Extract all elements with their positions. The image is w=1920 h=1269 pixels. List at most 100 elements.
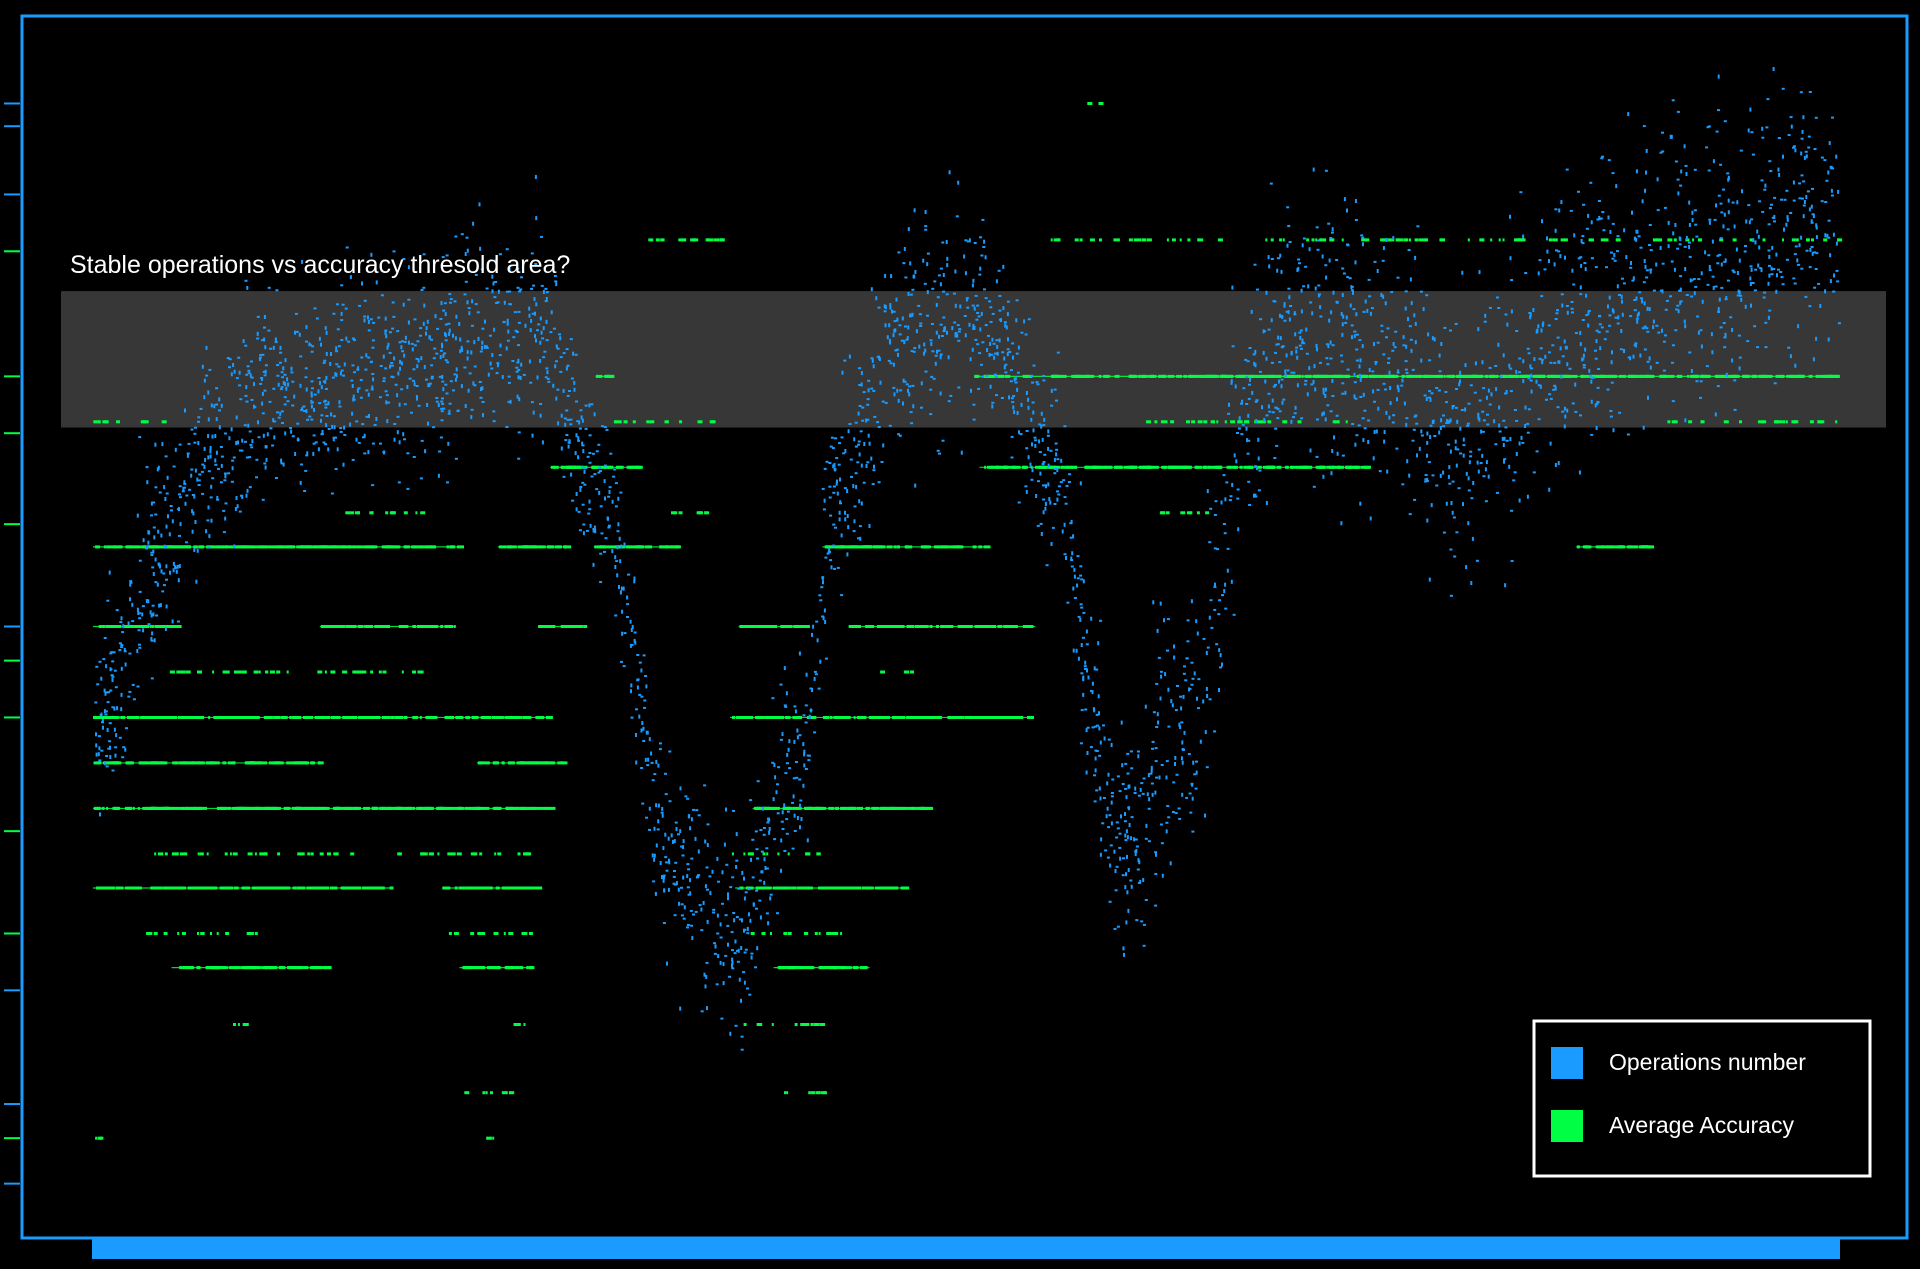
operations-point [1697, 278, 1701, 281]
accuracy-point [1821, 420, 1825, 424]
accuracy-point [296, 716, 302, 719]
operations-point [783, 850, 787, 852]
operations-point [340, 311, 343, 316]
operations-point [356, 388, 359, 393]
operations-point [502, 321, 506, 324]
accuracy-point [1387, 238, 1391, 242]
operations-point [682, 875, 685, 880]
accuracy-point [678, 511, 683, 515]
operations-point [1661, 328, 1663, 333]
accuracy-point [596, 374, 603, 378]
operations-point [452, 389, 455, 392]
operations-point [1152, 711, 1156, 714]
accuracy-point [358, 625, 364, 628]
operations-point [1678, 243, 1682, 246]
operations-point [731, 949, 734, 952]
operations-point [1142, 878, 1145, 882]
operations-point [1286, 206, 1290, 209]
operations-point [582, 531, 585, 536]
operations-point [617, 522, 620, 527]
operations-point [377, 316, 381, 319]
accuracy-point [422, 545, 428, 549]
operations-point [1355, 333, 1359, 336]
operations-point [721, 870, 724, 875]
operations-point [223, 472, 227, 475]
operations-point [1808, 305, 1812, 308]
accuracy-point [1491, 374, 1496, 378]
operations-point [1173, 644, 1175, 649]
accuracy-point [309, 966, 314, 970]
operations-point [120, 692, 123, 697]
operations-point [1670, 260, 1674, 263]
operations-point [1344, 390, 1347, 395]
operations-point [929, 413, 933, 416]
operations-point [780, 868, 782, 873]
operations-point [985, 374, 989, 377]
operations-point [1364, 299, 1367, 304]
operations-point [1719, 163, 1723, 166]
operations-point [1123, 820, 1127, 823]
operations-point [361, 281, 363, 286]
operations-point [583, 469, 586, 474]
accuracy-point [1091, 374, 1095, 378]
operations-point [1218, 648, 1221, 653]
operations-point [1025, 447, 1029, 450]
accuracy-point [1344, 374, 1350, 378]
accuracy-point [1276, 465, 1281, 469]
accuracy-point [117, 886, 121, 890]
operations-point [329, 362, 332, 366]
accuracy-point [186, 761, 190, 765]
accuracy-point [907, 545, 910, 549]
operations-point [150, 554, 154, 556]
operations-point [813, 731, 817, 734]
accuracy-point [1050, 238, 1053, 242]
operations-point [256, 315, 260, 318]
accuracy-point [951, 716, 956, 719]
operations-point [694, 836, 697, 841]
operations-point [870, 387, 874, 390]
accuracy-point [583, 625, 588, 628]
operations-point [557, 421, 560, 426]
accuracy-point [101, 806, 105, 810]
operations-point [413, 382, 416, 387]
operations-point [491, 289, 494, 294]
accuracy-point [345, 545, 351, 549]
operations-point [492, 410, 496, 413]
operations-point [1428, 390, 1432, 393]
accuracy-point [356, 886, 360, 890]
operations-point [726, 924, 730, 927]
operations-point [857, 443, 861, 446]
operations-point [823, 467, 827, 470]
operations-point [1748, 220, 1751, 225]
operations-point [591, 452, 595, 455]
accuracy-point [325, 716, 328, 719]
operations-point [586, 455, 590, 458]
accuracy-point [1277, 374, 1282, 378]
accuracy-point [763, 806, 768, 810]
operations-point [969, 357, 972, 362]
operations-point [1729, 316, 1733, 319]
operations-point [957, 386, 961, 389]
accuracy-point [600, 545, 606, 549]
operations-point [1161, 873, 1164, 878]
operations-point [302, 405, 306, 408]
accuracy-point [1187, 374, 1192, 378]
operations-point [1683, 245, 1687, 248]
accuracy-point [231, 806, 238, 810]
accuracy-point [850, 886, 855, 890]
operations-point [488, 334, 492, 337]
operations-point [799, 825, 801, 830]
operations-point [219, 446, 223, 448]
accuracy-point [1005, 374, 1011, 378]
operations-point [550, 310, 553, 315]
operations-point [1063, 553, 1067, 556]
operations-point [674, 861, 678, 864]
operations-point [1387, 361, 1390, 364]
operations-point [435, 400, 439, 403]
operations-point [147, 623, 151, 626]
operations-point [1363, 409, 1367, 412]
accuracy-point [1099, 238, 1102, 242]
operations-point [470, 408, 474, 411]
operations-point [942, 290, 946, 293]
operations-point [210, 484, 213, 489]
